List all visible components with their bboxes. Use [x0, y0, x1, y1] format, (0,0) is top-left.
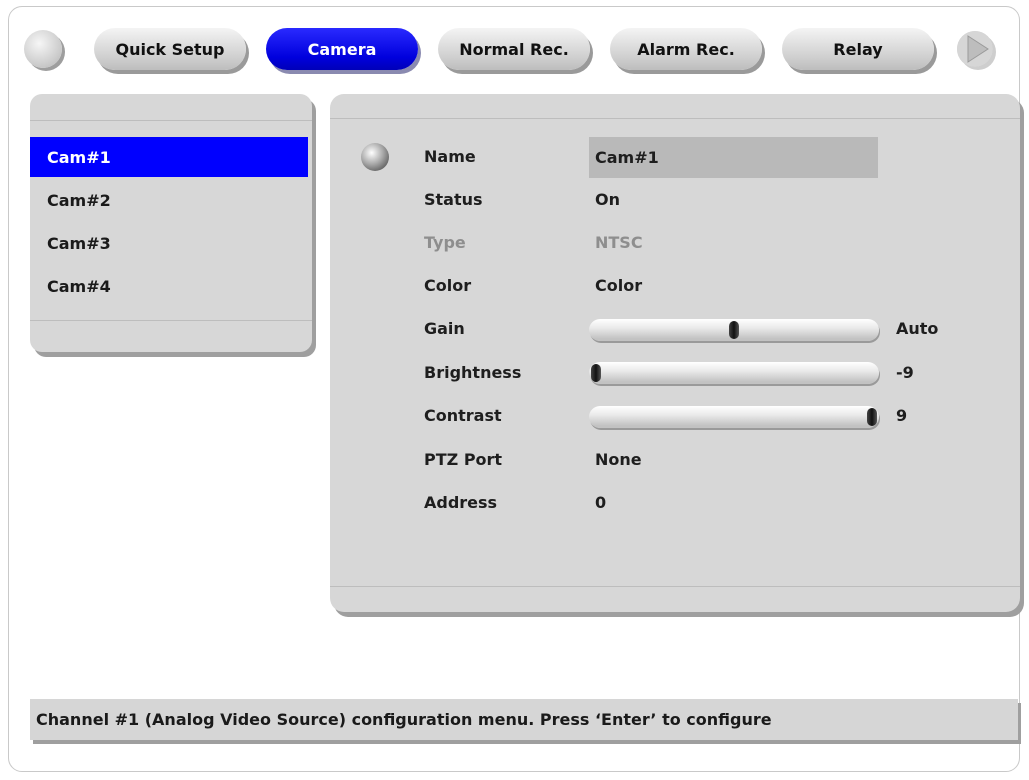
play-arrow-icon [957, 31, 996, 70]
next-tabs-button[interactable] [956, 28, 996, 70]
brightness-slider[interactable] [589, 362, 879, 384]
divider [30, 120, 312, 121]
contrast-value: 9 [896, 406, 908, 425]
camera-list-item-cam1[interactable]: Cam#1 [30, 137, 308, 177]
selection-bullet-icon [361, 143, 389, 171]
tab-camera[interactable]: Camera [266, 28, 418, 70]
camera-list-item-cam2[interactable]: Cam#2 [30, 180, 308, 220]
gain-slider-knob[interactable] [729, 321, 739, 339]
brightness-value: -9 [896, 363, 914, 382]
status-value[interactable]: On [595, 189, 620, 211]
contrast-label: Contrast [424, 406, 502, 425]
brightness-slider-knob[interactable] [591, 364, 601, 382]
type-value: NTSC [595, 233, 643, 252]
address-value[interactable]: 0 [595, 492, 606, 514]
tab-relay[interactable]: Relay [782, 28, 934, 70]
gain-slider[interactable] [589, 319, 879, 341]
camera-list-item-cam4[interactable]: Cam#4 [30, 266, 308, 306]
tab-quick-setup[interactable]: Quick Setup [94, 28, 246, 70]
ptz-port-value[interactable]: None [595, 449, 642, 471]
menu-round-button[interactable] [24, 30, 62, 68]
brightness-label: Brightness [424, 363, 522, 382]
status-label: Status [424, 190, 483, 209]
gain-value: Auto [896, 319, 939, 338]
color-value[interactable]: Color [595, 275, 642, 297]
name-field[interactable]: Cam#1 [589, 137, 878, 178]
address-label: Address [424, 493, 498, 512]
camera-list-panel: Cam#1 Cam#2 Cam#3 Cam#4 [30, 94, 312, 352]
divider [330, 586, 1020, 587]
type-label: Type [424, 233, 466, 252]
name-label: Name [424, 147, 476, 166]
status-bar: Channel #1 (Analog Video Source) configu… [30, 699, 1018, 740]
contrast-slider[interactable] [589, 406, 879, 428]
tab-alarm-rec[interactable]: Alarm Rec. [610, 28, 762, 70]
color-label: Color [424, 276, 472, 295]
contrast-slider-knob[interactable] [867, 408, 877, 426]
divider [330, 118, 1020, 119]
camera-list-item-cam3[interactable]: Cam#3 [30, 223, 308, 263]
gain-label: Gain [424, 319, 465, 338]
divider [30, 320, 312, 321]
tab-normal-rec[interactable]: Normal Rec. [438, 28, 590, 70]
ptz-port-label: PTZ Port [424, 450, 503, 469]
